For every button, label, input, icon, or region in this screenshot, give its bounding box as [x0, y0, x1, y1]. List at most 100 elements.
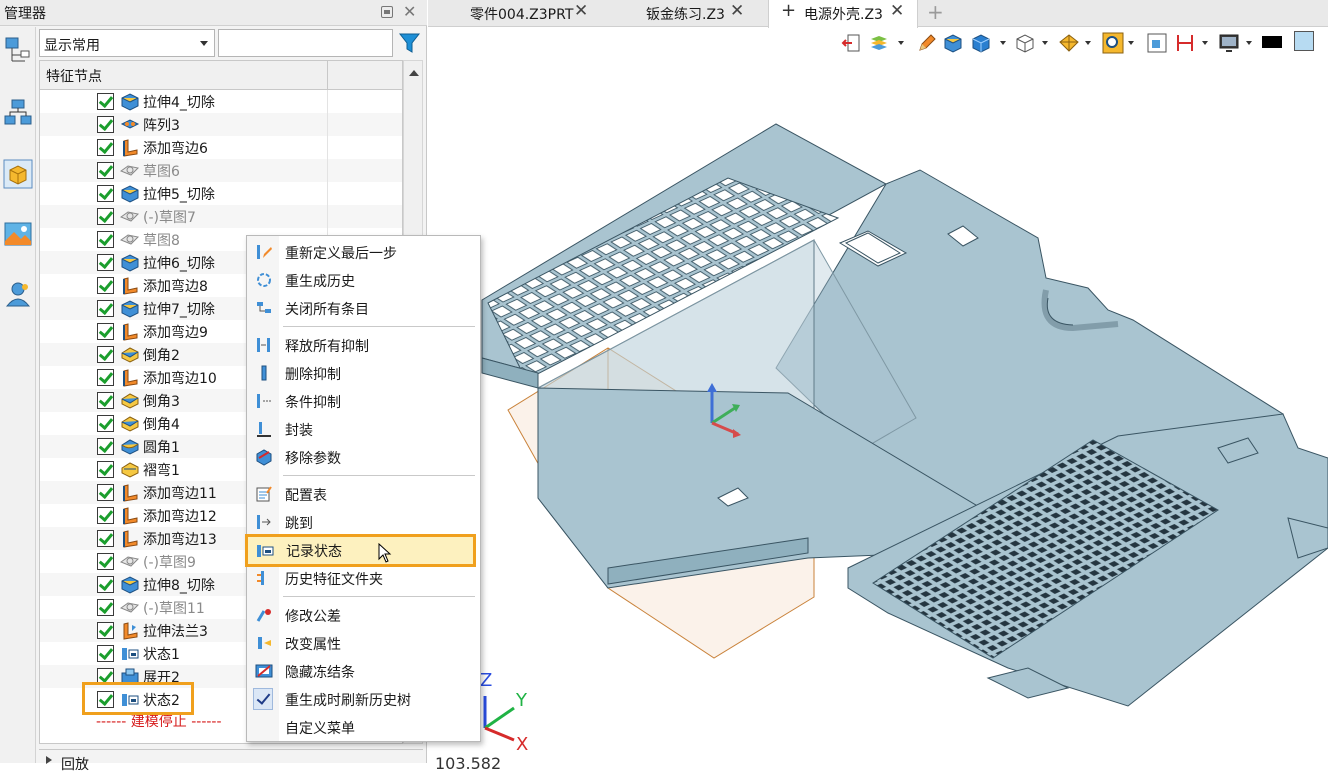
scroll-up-icon[interactable] — [409, 70, 419, 76]
menu-item-record-state[interactable]: 记录状态 — [245, 534, 476, 567]
tree-row[interactable]: 拉伸5_切除 — [40, 182, 402, 205]
flange-icon — [120, 368, 140, 387]
feature-checkbox[interactable] — [97, 346, 114, 363]
part-view-icon[interactable] — [3, 159, 33, 189]
sheet-metal-model[interactable] — [428, 28, 1328, 763]
feature-checkbox[interactable] — [97, 369, 114, 386]
menu-item-attributes[interactable]: 改变属性 — [247, 629, 480, 657]
feature-label: 褶弯1 — [143, 463, 180, 479]
tab-sheetmetal-practice[interactable]: 钣金练习.Z3 ✕ — [598, 0, 768, 27]
tab-power-case[interactable]: + 电源外壳.Z3 ✕ — [768, 0, 918, 28]
menu-item-redefine[interactable]: 重新定义最后一步 — [247, 238, 480, 266]
unsuppress-icon — [255, 336, 273, 354]
menu-item-regen[interactable]: 重生成历史 — [247, 266, 480, 294]
menu-item-delete-suppress[interactable]: 删除抑制 — [247, 359, 480, 387]
chamfer-icon — [120, 345, 140, 364]
close-tab-icon[interactable]: ✕ — [890, 1, 904, 21]
feature-label: 添加弯边6 — [143, 141, 208, 157]
feature-checkbox[interactable] — [97, 392, 114, 409]
menu-item-jump[interactable]: 跳到 — [247, 508, 480, 536]
menu-item-tolerance[interactable]: 修改公差 — [247, 601, 480, 629]
pin-icon[interactable] — [381, 6, 393, 18]
menu-item-label: 历史特征文件夹 — [285, 572, 383, 588]
new-tab-icon[interactable]: + — [927, 0, 944, 24]
feature-checkbox[interactable] — [97, 277, 114, 294]
menu-item-config-table[interactable]: 配置表 — [247, 480, 480, 508]
user-icon[interactable] — [3, 279, 33, 309]
extrude-cut-icon — [120, 184, 140, 203]
close-icon[interactable]: ✕ — [403, 2, 416, 21]
menu-item-check[interactable]: 重生成时刷新历史树 — [247, 685, 480, 713]
menu-item-label: 隐藏冻结条 — [285, 665, 355, 681]
feature-checkbox[interactable] — [97, 323, 114, 340]
feature-checkbox[interactable] — [97, 622, 114, 639]
filter-icon[interactable] — [396, 29, 423, 57]
menu-item-conditional-suppress[interactable]: 条件抑制 — [247, 387, 480, 415]
feature-checkbox[interactable] — [97, 162, 114, 179]
feature-checkbox[interactable] — [97, 300, 114, 317]
feature-checkbox[interactable] — [97, 185, 114, 202]
close-tab-icon[interactable]: ✕ — [574, 1, 588, 21]
column-header-feature-node[interactable]: 特征节点 — [46, 66, 102, 86]
tree-row[interactable]: (-)草图7 — [40, 205, 402, 228]
chevron-down-icon — [200, 41, 208, 46]
feature-checkbox[interactable] — [97, 576, 114, 593]
flange-icon — [120, 506, 140, 525]
feature-checkbox[interactable] — [97, 645, 114, 662]
document-tabs: 零件004.Z3PRT ✕ 钣金练习.Z3 ✕ + 电源外壳.Z3 ✕ + — [428, 0, 1328, 28]
feature-checkbox[interactable] — [97, 93, 114, 110]
feature-checkbox[interactable] — [97, 507, 114, 524]
menu-item-remove-params[interactable]: 移除参数 — [247, 443, 480, 471]
feature-checkbox[interactable] — [97, 461, 114, 478]
tree-row[interactable]: 添加弯边6 — [40, 136, 402, 159]
feature-checkbox[interactable] — [97, 553, 114, 570]
display-filter-dropdown[interactable]: 显示常用 — [39, 29, 215, 57]
tab-label: 电源外壳.Z3 — [804, 7, 883, 23]
feature-checkbox[interactable] — [97, 231, 114, 248]
assembly-tree-icon[interactable] — [3, 97, 33, 127]
feature-label: 添加弯边11 — [143, 486, 217, 502]
feature-checkbox[interactable] — [97, 599, 114, 616]
state-icon — [120, 644, 140, 663]
flange-icon — [120, 529, 140, 548]
menu-item-history-folder[interactable]: 历史特征文件夹 — [247, 564, 480, 592]
tree-header: 特征节点 — [40, 61, 402, 90]
menu-item-collapse[interactable]: 关闭所有条目 — [247, 294, 480, 322]
tree-row[interactable]: 阵列3 — [40, 113, 402, 136]
menu-item-unsuppress[interactable]: 释放所有抑制 — [247, 331, 480, 359]
menu-item-encapsulate[interactable]: 封装 — [247, 415, 480, 443]
tree-row[interactable]: 拉伸4_切除 — [40, 90, 402, 113]
feature-checkbox[interactable] — [97, 139, 114, 156]
menu-item-hide-freeze[interactable]: 隐藏冻结条 — [247, 657, 480, 685]
menu-item-label: 记录状态 — [286, 544, 342, 560]
feature-checkbox[interactable] — [97, 116, 114, 133]
image-view-icon[interactable] — [3, 219, 33, 249]
menu-separator — [283, 326, 475, 327]
close-tab-icon[interactable]: ✕ — [730, 1, 744, 21]
feature-label: 状态1 — [143, 647, 180, 663]
sketch-icon — [119, 598, 140, 617]
hide-freeze-icon — [255, 662, 273, 680]
collapse-icon — [255, 299, 273, 317]
filter-input[interactable] — [218, 29, 393, 57]
tree-row[interactable]: 草图6 — [40, 159, 402, 182]
feature-checkbox[interactable] — [97, 484, 114, 501]
flange-icon — [120, 483, 140, 502]
axis-label-z: Z — [480, 670, 493, 691]
feature-checkbox[interactable] — [97, 254, 114, 271]
menu-item-none[interactable]: 自定义菜单 — [247, 713, 480, 741]
sketch-icon — [119, 161, 140, 180]
tab-label: 钣金练习.Z3 — [646, 7, 725, 23]
3d-viewport[interactable]: Z Y X 103.582 — [428, 28, 1328, 773]
feature-checkbox[interactable] — [97, 415, 114, 432]
tolerance-icon — [255, 606, 273, 624]
feature-checkbox[interactable] — [97, 438, 114, 455]
replay-section[interactable]: 回放 — [39, 749, 423, 773]
feature-checkbox[interactable] — [97, 530, 114, 547]
history-manager-icon[interactable] — [3, 35, 33, 65]
feature-checkbox[interactable] — [97, 208, 114, 225]
tab-part004[interactable]: 零件004.Z3PRT ✕ — [428, 0, 598, 27]
manager-side-toolbar — [0, 27, 36, 763]
manager-title-bar: 管理器 ✕ — [0, 0, 427, 26]
feature-label: 添加弯边13 — [143, 532, 217, 548]
